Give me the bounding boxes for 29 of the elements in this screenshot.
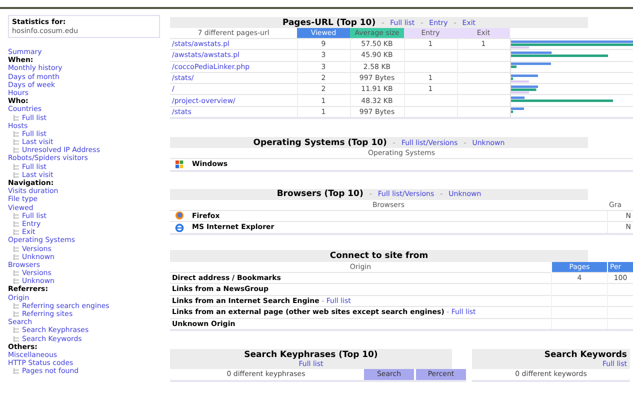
tree-branch-icon bbox=[13, 147, 19, 154]
section-title: Search Keywords bbox=[544, 350, 627, 360]
section-title: Search Keyphrases (Top 10) bbox=[244, 350, 378, 360]
tree-branch-icon bbox=[13, 114, 19, 121]
tree-branch-icon bbox=[13, 336, 19, 342]
section-title: Operating Systems (Top 10) bbox=[253, 138, 387, 148]
tree-branch-icon bbox=[13, 229, 19, 236]
tree-branch-icon bbox=[13, 270, 19, 276]
tree-branch-icon bbox=[13, 139, 19, 146]
e-logo-icon bbox=[175, 222, 184, 232]
tree-branch-icon bbox=[13, 246, 19, 252]
tree-branch-icon bbox=[13, 172, 19, 178]
bar-graph-drawing bbox=[511, 74, 538, 83]
tree-branch-icon bbox=[13, 212, 19, 219]
tree-branch-icon bbox=[13, 221, 19, 228]
tree-branch-icon bbox=[13, 278, 19, 284]
tree-branch-icon bbox=[13, 130, 19, 137]
tree-branch-icon bbox=[13, 368, 19, 374]
globe-icon bbox=[175, 211, 184, 220]
tree-branch-icon bbox=[13, 164, 19, 170]
tree-branch-icon bbox=[13, 311, 19, 318]
section-title: Connect to site from bbox=[330, 250, 428, 261]
bar-graph-drawing bbox=[511, 84, 538, 94]
tree-branch-icon bbox=[13, 254, 19, 260]
windows-flag-icon bbox=[175, 160, 184, 169]
tree-branch-icon bbox=[13, 302, 19, 309]
tree-branch-icon bbox=[13, 327, 19, 334]
section-title: Browsers (Top 10) bbox=[276, 189, 364, 200]
section-title: Pages-URL (Top 10) bbox=[282, 18, 376, 28]
